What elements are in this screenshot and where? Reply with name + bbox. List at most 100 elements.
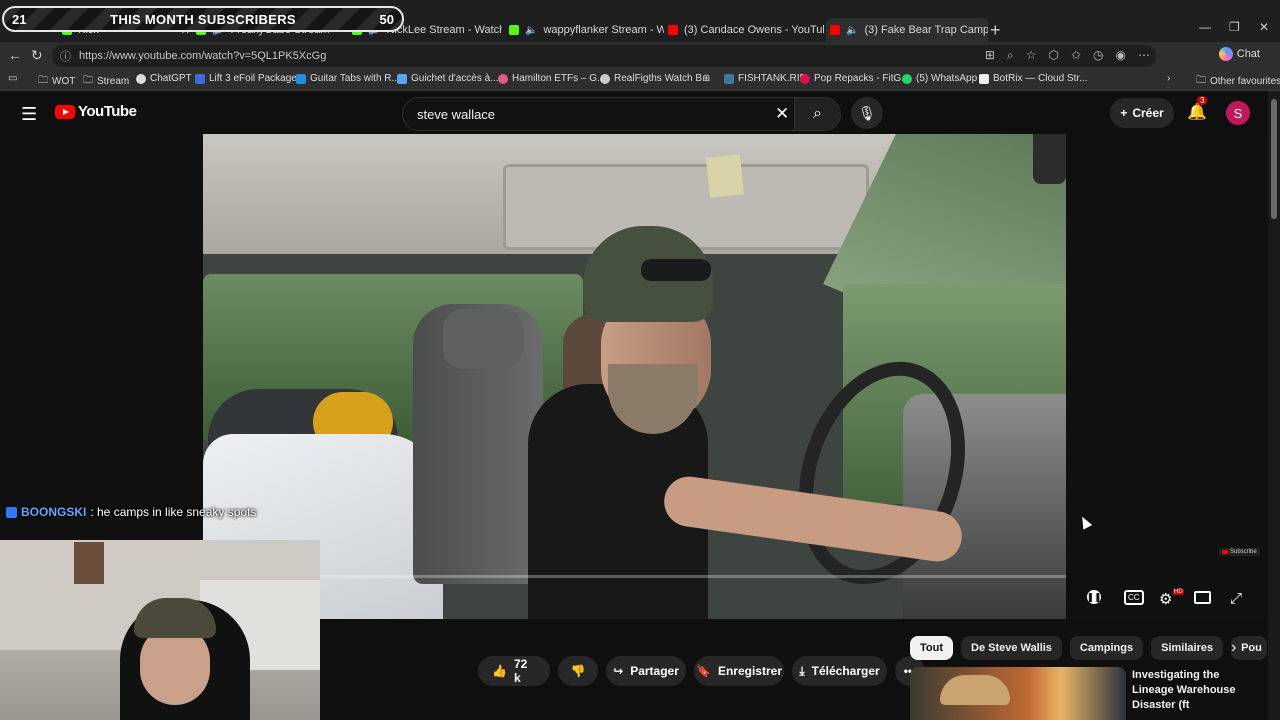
webcam-overlay	[0, 540, 320, 720]
speaker-icon[interactable]: 🔈	[846, 25, 858, 36]
site-info-icon[interactable]: ⓘ	[60, 48, 71, 64]
bookmark-other-favourites[interactable]: 🗀 Other favourites	[1196, 73, 1280, 90]
chevron-right-icon[interactable]: ›	[1231, 639, 1236, 657]
video-progress-bar[interactable]	[320, 575, 1066, 578]
chip-campings[interactable]: Campings	[1069, 636, 1144, 660]
fullscreen-icon[interactable]: ⤢	[1230, 590, 1242, 607]
chevron-right-icon[interactable]: ›	[1167, 73, 1170, 84]
bookmark-botrix[interactable]: BotRix — Cloud Str...	[979, 73, 1087, 84]
tab-candace-owens[interactable]: (3) Candace Owens - YouTube ✕	[668, 18, 824, 42]
url-text[interactable]: https://www.youtube.com/watch?v=5QL1PK5X…	[79, 50, 326, 62]
chip-tout[interactable]: Tout	[910, 636, 954, 660]
chip-similaires[interactable]: Similaires	[1151, 636, 1224, 660]
address-bar-row: ← ↻ ⓘ https://www.youtube.com/watch?v=5Q…	[0, 42, 1280, 70]
search-button[interactable]: ⌕	[794, 98, 840, 130]
more-menu-icon[interactable]: ⋯	[1138, 48, 1150, 63]
bookmark-fishtank[interactable]: FISHTANK.RIP	[724, 73, 806, 84]
avatar[interactable]: S	[1226, 101, 1250, 125]
scrollbar-thumb[interactable]	[1271, 99, 1277, 219]
bookmark-guitar-tabs[interactable]: Guitar Tabs with R...	[296, 73, 400, 84]
bookmark-stream[interactable]: 🗀 Stream	[83, 73, 129, 90]
video-frame-sunglasses	[641, 259, 711, 281]
youtube-wordmark: YouTube	[78, 103, 137, 120]
tab-title: NickLee Stream - Watch Live o	[386, 24, 502, 36]
subscribe-watermark[interactable]: Subscribe	[1219, 548, 1260, 556]
zoom-icon[interactable]: ⌕	[1007, 48, 1014, 63]
search-input[interactable]	[415, 98, 769, 130]
youtube-icon	[668, 25, 678, 35]
theater-mode-icon[interactable]	[1194, 591, 1211, 604]
favorite-star-icon[interactable]: ☆	[1026, 48, 1037, 63]
search-box: ✕ ⌕	[402, 97, 841, 131]
voice-search-button[interactable]: 🎙	[851, 97, 883, 129]
tab-title: wappyflanker Stream - Watch	[543, 24, 664, 36]
bookmark-lift[interactable]: Lift 3 eFoil Package...	[195, 73, 305, 84]
extensions-icon[interactable]: ⬡	[1048, 48, 1058, 63]
kick-icon	[509, 25, 519, 35]
subscriber-goal: 50	[379, 11, 394, 27]
close-window-icon[interactable]: ✕	[1259, 20, 1269, 34]
youtube-icon	[1222, 550, 1228, 554]
speaker-icon[interactable]: 🔈	[525, 25, 537, 36]
bookmark-chatgpt[interactable]: ChatGPT	[136, 73, 192, 84]
restore-icon[interactable]: ❐	[1229, 20, 1240, 34]
clear-search-icon[interactable]: ✕	[775, 104, 789, 124]
page-scrollbar[interactable]	[1268, 91, 1280, 720]
bookmark-whatsapp[interactable]: (5) WhatsApp	[902, 73, 977, 84]
profile-icon[interactable]: ◉	[1116, 48, 1126, 63]
history-icon[interactable]: ◷	[1093, 48, 1103, 63]
dislike-button[interactable]: 👎	[558, 656, 598, 686]
download-button[interactable]: ⤓ Télécharger	[792, 656, 887, 686]
new-tab-button[interactable]: +	[990, 20, 1001, 41]
bookmark-pop-repacks[interactable]: Pop Repacks - FitG...	[800, 73, 910, 84]
pause-icon[interactable]: ❚❚	[1086, 590, 1102, 604]
avatar-letter: S	[1233, 105, 1243, 121]
bookmark-guichet[interactable]: Guichet d'accès à...	[397, 73, 499, 84]
minimize-icon[interactable]: —	[1199, 20, 1211, 34]
download-label: Télécharger	[811, 664, 880, 678]
menu-icon[interactable]: ☰	[21, 104, 37, 125]
settings-icon[interactable]: ⚙	[1159, 590, 1172, 608]
url-field[interactable]: ⓘ https://www.youtube.com/watch?v=5QL1PK…	[52, 45, 1156, 67]
copilot-icon	[1218, 47, 1233, 61]
botrix-icon	[979, 73, 989, 84]
reload-icon[interactable]: ↻	[31, 47, 43, 64]
video-player[interactable]	[203, 134, 1066, 619]
search-icon: ⌕	[813, 105, 822, 122]
whatsapp-icon	[902, 73, 912, 84]
tab-fake-bear-trap[interactable]: 🔈 (3) Fake Bear Trap Camping - ✕	[826, 18, 988, 42]
recommended-video-title[interactable]: Investigating the Lineage Warehouse Disa…	[1132, 668, 1258, 713]
bookmark-label: Lift 3 eFoil Package...	[209, 73, 306, 84]
chat-username: BOONGSKI	[21, 505, 87, 519]
app-available-icon[interactable]: ⊞	[985, 48, 995, 63]
bookmark-globe[interactable]: ⊕	[702, 73, 710, 84]
gov-icon	[397, 73, 407, 84]
back-icon[interactable]: ←	[8, 47, 22, 63]
captions-icon[interactable]: CC	[1124, 590, 1144, 605]
globe-icon: ⊕	[702, 73, 711, 84]
guitar-icon	[296, 73, 306, 84]
subscribe-label: Subscribe	[1230, 549, 1257, 555]
copilot-chat-button[interactable]: Chat	[1218, 47, 1260, 61]
chip-pour-vous[interactable]: Pou	[1231, 636, 1268, 660]
hd-badge-icon: HD	[1173, 589, 1184, 595]
folder-icon: 🗀	[1196, 75, 1206, 86]
bookmark-realfigths[interactable]: RealFigths Watch B...	[600, 73, 710, 84]
bookmarks-bar: ▭ 🗀 WOT 🗀 Stream ChatGPT Lift 3 eFoil Pack…	[0, 70, 1280, 91]
fishtank-icon	[724, 73, 734, 84]
reading-list-icon[interactable]: ▭	[8, 73, 17, 84]
recommended-video-thumbnail[interactable]	[910, 667, 1126, 720]
favorites-icon[interactable]: ✩	[1071, 48, 1081, 63]
chip-de-steve-wallis[interactable]: De Steve Wallis	[961, 636, 1062, 660]
youtube-logo[interactable]: YouTube	[55, 103, 137, 120]
save-button[interactable]: 🔖 Enregistrer	[694, 656, 784, 686]
tab-wappyflanker[interactable]: 🔈 wappyflanker Stream - Watch ✕	[509, 18, 664, 42]
create-button[interactable]: + Créer	[1110, 98, 1174, 128]
like-button[interactable]: 👍 72 k	[478, 656, 550, 686]
bookmark-wot[interactable]: 🗀 WOT	[38, 73, 75, 90]
subscriber-goal-title: THIS MONTH SUBSCRIBERS	[110, 11, 296, 27]
share-button[interactable]: ↪ Partager	[606, 656, 686, 686]
notifications-button[interactable]: 🔔 3	[1187, 96, 1208, 122]
bookmark-label: Pop Repacks - FitG...	[814, 73, 910, 84]
bookmark-hamilton[interactable]: Hamilton ETFs – G...	[498, 73, 605, 84]
